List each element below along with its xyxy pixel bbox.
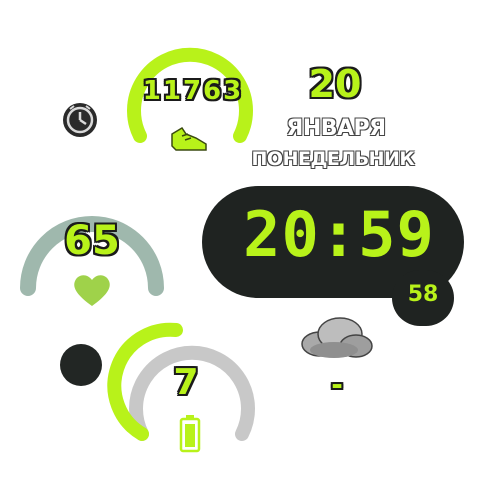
- cloud-icon: [301, 317, 373, 358]
- heart-icon: [74, 275, 110, 306]
- date-day: 20: [308, 62, 362, 106]
- battery-icon: [179, 415, 201, 453]
- alarm-icon[interactable]: [60, 100, 100, 140]
- steps-value: 11763: [142, 76, 244, 106]
- weather-temperature: -: [331, 368, 343, 401]
- time-hours: 20: [243, 198, 320, 271]
- date-weekday: ПОНЕДЕЛЬНИК: [251, 148, 415, 170]
- time-minutes: 59: [358, 198, 435, 271]
- status-dot: [60, 344, 102, 386]
- heart-rate-value: 65: [64, 218, 120, 264]
- time-seconds: 58: [407, 282, 439, 307]
- time-display: 20:59: [226, 198, 452, 271]
- time-separator: :: [319, 198, 359, 271]
- battery-value: 7: [173, 362, 199, 403]
- shoe-icon: [171, 126, 207, 151]
- date-month: ЯНВАРЯ: [286, 116, 386, 141]
